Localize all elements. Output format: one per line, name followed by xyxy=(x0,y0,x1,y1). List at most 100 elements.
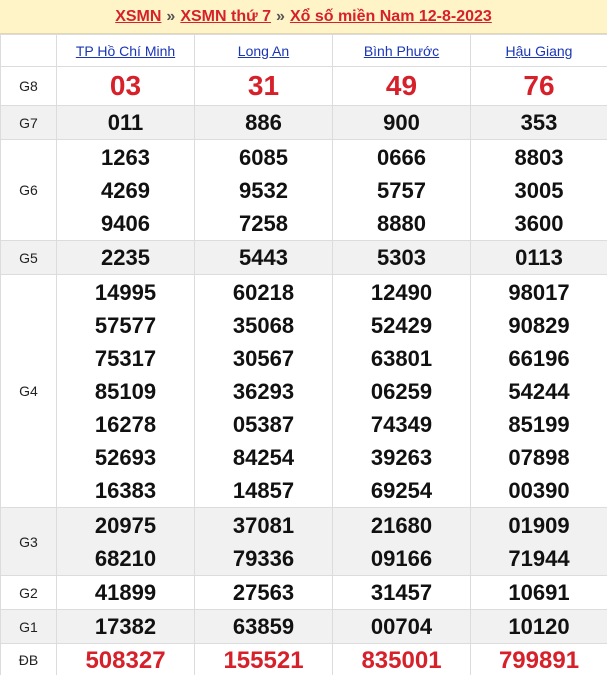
result-cell: 41899 xyxy=(56,575,195,610)
result-number: 60218 xyxy=(232,279,295,305)
prize-label: G4 xyxy=(0,274,57,508)
result-number: 79336 xyxy=(232,545,295,571)
result-number: 14857 xyxy=(232,477,295,503)
result-cell: 12490 52429 63801 06259 74349 39263 69254 xyxy=(332,274,471,508)
result-number: 69254 xyxy=(370,477,433,503)
result-number: 16383 xyxy=(94,477,157,503)
result-number: 85109 xyxy=(94,378,157,404)
result-number: 76 xyxy=(523,70,555,101)
result-number: 66196 xyxy=(508,345,570,371)
result-number: 75317 xyxy=(94,345,157,371)
result-number: 57577 xyxy=(94,312,157,338)
province-header: Hậu Giang xyxy=(470,34,607,67)
result-cell: 10691 xyxy=(470,575,607,610)
result-cell: 5303 xyxy=(332,240,471,275)
result-cell: 1263 4269 9406 xyxy=(56,139,195,241)
breadcrumb-link-xsmn[interactable]: XSMN xyxy=(115,8,161,26)
breadcrumb-link-xsmn-thu-7[interactable]: XSMN thứ 7 xyxy=(180,8,271,26)
result-number: 353 xyxy=(520,110,558,135)
prize-label: G1 xyxy=(0,609,57,644)
result-cell: 03 xyxy=(56,66,195,106)
prize-label: G7 xyxy=(0,105,57,140)
prize-label: G8 xyxy=(0,66,57,106)
result-number: 900 xyxy=(383,110,420,135)
result-cell: 508327 xyxy=(56,643,195,675)
result-number: 0666 xyxy=(377,144,426,170)
result-number: 07898 xyxy=(508,444,570,470)
result-cell: 011 xyxy=(56,105,195,140)
result-number: 85199 xyxy=(508,411,570,437)
result-number: 39263 xyxy=(370,444,433,470)
result-number: 09166 xyxy=(370,545,433,571)
result-number: 886 xyxy=(245,110,282,135)
breadcrumb-link-current-date[interactable]: Xổ số miền Nam 12-8-2023 xyxy=(290,8,492,26)
result-number: 011 xyxy=(107,110,144,135)
result-number: 5443 xyxy=(239,245,288,270)
result-cell: 2235 xyxy=(56,240,195,275)
result-cell: 00704 xyxy=(332,609,471,644)
result-cell: 21680 09166 xyxy=(332,507,471,576)
result-number: 37081 xyxy=(232,512,295,538)
prize-row: ĐB 508327 155521 835001 799891 xyxy=(0,643,607,675)
result-number: 8803 xyxy=(514,144,564,170)
province-header: TP Hồ Chí Minh xyxy=(56,34,195,67)
prize-label: G6 xyxy=(0,139,57,241)
result-number: 10120 xyxy=(508,614,570,639)
result-cell: 20975 68210 xyxy=(56,507,195,576)
result-cell: 8803 3005 3600 xyxy=(470,139,607,241)
prize-row: G4 14995 57577 75317 85109 16278 52693 16383 602… xyxy=(0,274,607,508)
result-number: 98017 xyxy=(508,279,570,305)
result-cell: 27563 xyxy=(194,575,333,610)
result-number: 54244 xyxy=(508,378,570,404)
result-cell: 60218 35068 30567 36293 05387 84254 14857 xyxy=(194,274,333,508)
result-cell: 63859 xyxy=(194,609,333,644)
province-link-binh-phuoc[interactable]: Bình Phước xyxy=(364,43,439,59)
result-number: 05387 xyxy=(232,411,295,437)
prize-row: G1 17382 63859 00704 10120 xyxy=(0,609,607,644)
result-cell: 37081 79336 xyxy=(194,507,333,576)
result-number: 31 xyxy=(247,70,280,101)
result-cell: 155521 xyxy=(194,643,333,675)
prize-row: G7 011 886 900 353 xyxy=(0,105,607,140)
result-number: 6085 xyxy=(239,144,288,170)
result-number: 799891 xyxy=(498,646,580,674)
result-cell: 14995 57577 75317 85109 16278 52693 16383 xyxy=(56,274,195,508)
province-header: Long An xyxy=(194,34,333,67)
result-cell: 31457 xyxy=(332,575,471,610)
prize-label: G3 xyxy=(0,507,57,576)
result-number: 21680 xyxy=(370,512,433,538)
result-number: 27563 xyxy=(232,580,295,605)
result-number: 00390 xyxy=(508,477,570,503)
result-number: 06259 xyxy=(370,378,433,404)
breadcrumb-separator: » xyxy=(276,7,285,25)
prize-label: ĐB xyxy=(0,643,57,675)
result-number: 84254 xyxy=(232,444,295,470)
result-number: 31457 xyxy=(370,580,433,605)
prize-row: G8 03 31 49 76 xyxy=(0,66,607,106)
result-number: 35068 xyxy=(232,312,295,338)
breadcrumb: XSMN » XSMN thứ 7 » Xổ số miền Nam 12-8-… xyxy=(0,0,607,34)
result-cell: 01909 71944 xyxy=(470,507,607,576)
result-number: 63859 xyxy=(232,614,295,639)
result-number: 52693 xyxy=(94,444,157,470)
province-link-tp-ho-chi-minh[interactable]: TP Hồ Chí Minh xyxy=(76,43,175,59)
result-cell: 98017 90829 66196 54244 85199 07898 00390 xyxy=(470,274,607,508)
result-number: 155521 xyxy=(223,646,304,674)
result-cell: 31 xyxy=(194,66,333,106)
result-number: 01909 xyxy=(508,512,570,538)
result-number: 16278 xyxy=(94,411,157,437)
result-number: 41899 xyxy=(94,580,157,605)
result-number: 30567 xyxy=(232,345,295,371)
result-number: 5757 xyxy=(377,177,426,203)
province-header: Bình Phước xyxy=(332,34,471,67)
prize-row: G3 20975 68210 37081 79336 21680 09166 01909 719… xyxy=(0,507,607,576)
result-cell: 76 xyxy=(470,66,607,106)
result-number: 5303 xyxy=(377,245,426,270)
result-number: 9532 xyxy=(239,177,288,203)
result-cell: 0666 5757 8880 xyxy=(332,139,471,241)
province-link-hau-giang[interactable]: Hậu Giang xyxy=(506,43,573,59)
province-link-long-an[interactable]: Long An xyxy=(238,43,289,59)
result-number: 2235 xyxy=(101,245,150,270)
result-number: 20975 xyxy=(94,512,157,538)
result-number: 17382 xyxy=(94,614,157,639)
